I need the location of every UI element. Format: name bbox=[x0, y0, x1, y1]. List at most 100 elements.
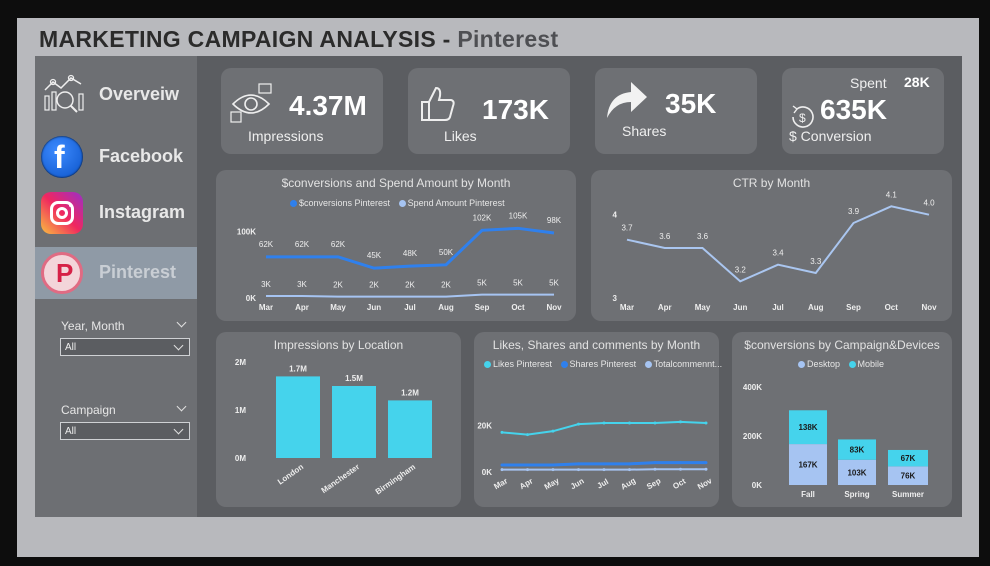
data-point bbox=[653, 461, 657, 465]
kpi-card-conversion[interactable]: Spent 28K $ 635K $ Conversion bbox=[782, 68, 944, 154]
kpi-value: 635K bbox=[820, 94, 887, 125]
x-tick-label: Jun bbox=[733, 303, 747, 312]
select-value: All bbox=[65, 342, 77, 353]
nav-item-instagram[interactable]: Instagram bbox=[35, 186, 197, 242]
x-tick-label: May bbox=[330, 303, 346, 312]
data-point bbox=[704, 421, 708, 425]
y-tick-label: 0K bbox=[752, 481, 762, 490]
data-label: 3K bbox=[261, 280, 271, 289]
chevron-down-icon[interactable] bbox=[176, 317, 187, 328]
kpi-card-shares[interactable]: 35K Shares bbox=[595, 68, 757, 154]
x-tick-label: Oct bbox=[671, 476, 687, 491]
bar bbox=[276, 376, 320, 458]
x-tick-label: Apr bbox=[518, 476, 534, 491]
page-title: MARKETING CAMPAIGN ANALYSIS - Pinterest bbox=[39, 26, 559, 52]
data-label: 98K bbox=[547, 216, 562, 225]
data-point bbox=[704, 461, 708, 465]
data-label: 3K bbox=[297, 280, 307, 289]
thumbs-up-icon bbox=[418, 84, 458, 129]
kpi-label: Shares bbox=[622, 123, 667, 139]
y-tick-label: 200K bbox=[743, 432, 762, 441]
nav-item-facebook[interactable]: f Facebook bbox=[35, 130, 197, 186]
spent-label: Spent bbox=[850, 75, 887, 91]
chart-plot: 0K 20K Mar Apr May Jun Jul Aug Sep Oct Nov bbox=[477, 420, 714, 492]
data-label: 1.5M bbox=[345, 374, 363, 383]
data-label: 2K bbox=[333, 281, 343, 290]
data-label: 5K bbox=[477, 279, 487, 288]
bar bbox=[388, 400, 432, 458]
data-label: 62K bbox=[259, 240, 274, 249]
x-tick-label: Spring bbox=[844, 490, 869, 499]
y-tick-label: 1M bbox=[235, 406, 246, 415]
data-point bbox=[577, 462, 580, 466]
year-month-select[interactable]: All bbox=[60, 338, 190, 356]
spent-value: 28K bbox=[904, 74, 930, 90]
data-label: 138K bbox=[798, 423, 817, 432]
data-label: 50K bbox=[439, 248, 454, 257]
kpi-card-impressions[interactable]: 4.37M Impressions bbox=[221, 68, 383, 154]
x-tick-label: Summer bbox=[892, 490, 924, 499]
x-tick-label: Apr bbox=[658, 303, 672, 312]
x-tick-label: Jun bbox=[569, 476, 586, 491]
nav-item-label: Facebook bbox=[99, 146, 184, 166]
x-tick-label: Mar bbox=[620, 303, 634, 312]
kpi-value: 4.37M bbox=[289, 90, 367, 121]
x-tick-label: Fall bbox=[801, 490, 815, 499]
nav-item-overview[interactable]: Overveiw bbox=[35, 68, 197, 124]
data-label: 4.0 bbox=[923, 199, 935, 208]
kpi-value: 35K bbox=[665, 88, 717, 119]
data-point bbox=[602, 468, 606, 472]
nav-item-pinterest[interactable]: P Pinterest bbox=[35, 247, 197, 299]
data-label: 3.6 bbox=[697, 232, 709, 241]
sidebar: Overveiw f Facebook Instagram P Pinteres… bbox=[35, 56, 197, 517]
data-point bbox=[526, 463, 529, 467]
data-point bbox=[500, 463, 504, 467]
kpi-label: Impressions bbox=[248, 128, 324, 144]
chevron-down-icon[interactable] bbox=[176, 401, 187, 412]
data-point bbox=[653, 467, 657, 471]
select-value: All bbox=[65, 426, 77, 437]
nav-item-label: Overveiw bbox=[99, 84, 180, 104]
data-point bbox=[704, 467, 708, 471]
chart-ctr: CTR by Month 3 4 Mar Apr May Jun Jul Aug Sep Oct N… bbox=[591, 170, 952, 321]
data-label: 2K bbox=[405, 281, 415, 290]
data-point bbox=[602, 462, 606, 466]
instagram-icon bbox=[41, 192, 83, 234]
chart-plot: 0K 100K Mar Apr May Jun Jul Aug Sep Oct Nov 62K 62K 6… bbox=[237, 211, 562, 312]
chart-plot: 0K 200K 400K 167K 138K Fall 103K 83K Spring 76K 67… bbox=[743, 383, 928, 499]
data-point bbox=[679, 467, 682, 471]
y-tick-label: 0K bbox=[482, 468, 492, 477]
data-label: 48K bbox=[403, 249, 418, 258]
data-label: 5K bbox=[549, 279, 559, 288]
x-tick-label: Manchester bbox=[320, 462, 362, 495]
data-label: 2K bbox=[369, 281, 379, 290]
data-label: 4.1 bbox=[886, 190, 898, 199]
data-point bbox=[628, 462, 631, 466]
data-point bbox=[602, 421, 606, 425]
svg-text:$: $ bbox=[799, 111, 806, 125]
y-tick-label: 2M bbox=[235, 358, 246, 367]
x-tick-label: Nov bbox=[696, 476, 714, 492]
kpi-label: Likes bbox=[444, 128, 477, 144]
data-point bbox=[577, 422, 580, 426]
x-tick-label: Oct bbox=[885, 303, 899, 312]
pinterest-icon: P bbox=[41, 252, 83, 294]
data-point bbox=[500, 468, 504, 472]
kpi-card-likes[interactable]: 173K Likes bbox=[408, 68, 570, 154]
data-label: 1.2M bbox=[401, 388, 419, 397]
x-tick-label: Jun bbox=[367, 303, 381, 312]
chevron-down-icon bbox=[173, 424, 184, 435]
data-label: 102K bbox=[473, 213, 492, 222]
chart-conversions-spend: $conversions and Spend Amount by Month $… bbox=[216, 170, 576, 321]
campaign-select[interactable]: All bbox=[60, 422, 190, 440]
data-label: 3.3 bbox=[810, 257, 822, 266]
data-label: 62K bbox=[295, 240, 310, 249]
kpi-value: 173K bbox=[482, 94, 549, 125]
chart-plot: 0M 1M 2M 1.7M London 1.5M Manchester 1.2M Birmin… bbox=[235, 358, 432, 496]
x-tick-label: May bbox=[695, 303, 711, 312]
data-point bbox=[628, 468, 631, 472]
y-tick-label: 100K bbox=[237, 228, 256, 237]
dashboard-frame: MARKETING CAMPAIGN ANALYSIS - Pinterest bbox=[17, 18, 979, 557]
x-tick-label: Nov bbox=[921, 303, 937, 312]
data-label: 3.7 bbox=[621, 224, 633, 233]
